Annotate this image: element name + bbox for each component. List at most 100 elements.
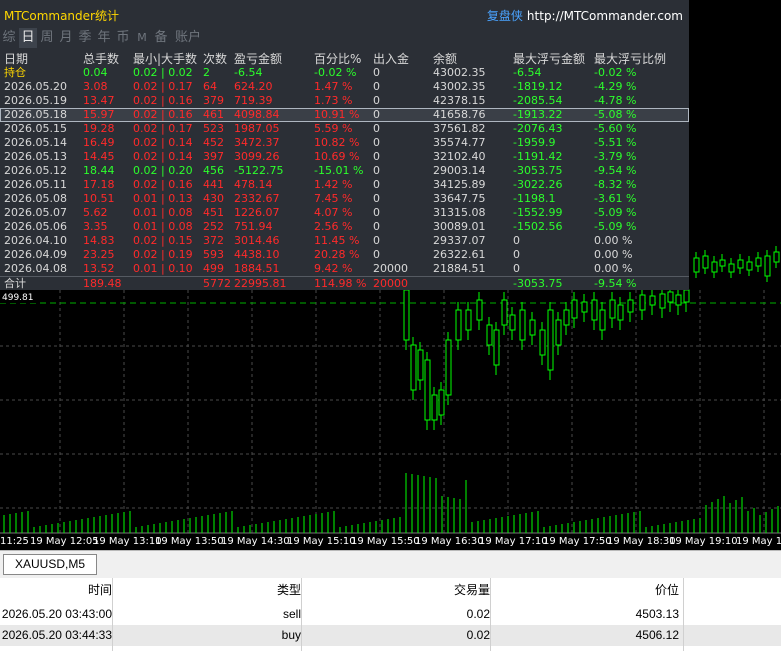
cell-maxfloat: -1198.1 — [513, 192, 556, 205]
tab-period-9[interactable]: 账户 — [171, 28, 205, 48]
tab-period-6[interactable]: 币 — [114, 28, 132, 48]
cell-pct: 1.47 % — [314, 80, 353, 93]
cell-pct: 10.91 % — [314, 108, 360, 121]
cell-balance: 43002.35 — [433, 80, 486, 93]
col-maxfloat: 最大浮亏金额 — [513, 52, 586, 66]
col-price[interactable]: 价位 — [491, 580, 679, 601]
cell-maxratio: -5.51 % — [594, 136, 637, 149]
time-tick: 19 May 19:10 — [669, 536, 738, 547]
tab-period-2[interactable]: 周 — [38, 28, 56, 48]
cell-lots: 23.25 — [83, 248, 115, 261]
col-pct: 百分比% — [314, 52, 362, 66]
tab-period-4[interactable]: 季 — [76, 28, 94, 48]
time-tick: 19 May 12:05 — [30, 536, 99, 547]
cell-maxfloat: -1959.9 — [513, 136, 556, 149]
cell-maxfloat: -6.54 — [513, 66, 542, 79]
table-row[interactable]: 持仓 0.04 0.02 | 0.02 2 -6.54 -0.02 % 0 43002.35 -… — [0, 66, 689, 80]
candle — [649, 295, 656, 306]
candle — [683, 289, 690, 303]
cell-count: 441 — [203, 178, 224, 191]
table-row[interactable]: 2026.05.14 16.49 0.02 | 0.14 452 3472.37 10.8… — [0, 136, 689, 150]
divider — [683, 578, 684, 651]
table-row[interactable]: 2026.04.09 23.25 0.02 | 0.19 593 4438.10 20.2… — [0, 248, 689, 262]
table-header: 日期 总手数 最小|大手数 次数 盈亏金额 百分比% 出入金 余额 最大浮亏金额… — [0, 52, 689, 66]
cell-date: 2026.05.18 — [4, 108, 67, 121]
candle — [675, 294, 682, 306]
table-row[interactable]: 2026.05.20 03:43:00 sell 0.02 4503.13 — [0, 604, 781, 625]
cell-count: 2 — [203, 66, 210, 79]
cell-maxratio: 0.00 % — [594, 248, 633, 261]
cell-minmax: 0.02 | 0.17 — [133, 80, 193, 93]
time-tick: 19 May 13:10 — [93, 536, 162, 547]
cell-balance: 21884.51 — [433, 262, 486, 275]
candle — [424, 359, 431, 421]
table-row[interactable]: 2026.05.13 14.45 0.02 | 0.14 397 3099.26 10.6… — [0, 150, 689, 164]
cell-maxfloat: -1191.42 — [513, 150, 563, 163]
cell-pnl: -5122.75 — [234, 164, 284, 177]
candle — [599, 309, 606, 331]
table-row[interactable]: 2026.05.19 13.47 0.02 | 0.16 379 719.39 1.73 … — [0, 94, 689, 108]
table-row[interactable]: 2026.05.08 10.51 0.01 | 0.13 430 2332.67 7.45… — [0, 192, 689, 206]
tab-period-1[interactable]: 日 — [19, 28, 37, 48]
candle — [501, 299, 508, 326]
trade-time: 2026.05.20 03:44:33 — [1, 628, 112, 642]
table-row[interactable]: 2026.05.20 3.08 0.02 | 0.17 64 624.20 1.47 % 0… — [0, 80, 689, 94]
cell-maxratio: 0.00 % — [594, 262, 633, 275]
table-row[interactable]: 2026.05.18 15.97 0.02 | 0.16 461 4098.84 10.9… — [0, 108, 689, 122]
total-label: 合计 — [4, 277, 26, 290]
table-row[interactable]: 2026.05.12 18.44 0.02 | 0.20 456 -5122.75 -15… — [0, 164, 689, 178]
cell-minmax: 0.02 | 0.02 — [133, 66, 193, 79]
brand-name[interactable]: 复盘侠 — [487, 9, 523, 23]
table-row[interactable]: 2026.05.06 3.35 0.01 | 0.08 252 751.94 2.56 %… — [0, 220, 689, 234]
tab-xauusd-m5[interactable]: XAUUSD,M5 — [3, 554, 97, 575]
cell-pnl: 1987.05 — [234, 122, 280, 135]
time-tick: 19 May 17:10 — [479, 536, 548, 547]
candle — [476, 299, 483, 321]
col-volume[interactable]: 交易量 — [302, 580, 490, 601]
brand-url[interactable]: http://MTCommander.com — [527, 9, 683, 23]
cell-count: 379 — [203, 94, 224, 107]
cell-balance: 33647.75 — [433, 192, 486, 205]
cell-count: 461 — [203, 108, 224, 121]
cell-count: 499 — [203, 262, 224, 275]
tab-period-7[interactable]: M — [133, 28, 151, 48]
candle — [591, 299, 598, 321]
cell-pnl: 4438.10 — [234, 248, 280, 261]
tab-period-3[interactable]: 月 — [57, 28, 75, 48]
col-type[interactable]: 类型 — [113, 580, 301, 601]
table-row[interactable]: 2026.05.20 03:44:33 buy 0.02 4506.12 — [0, 625, 781, 646]
cell-pct: 2.56 % — [314, 220, 353, 233]
col-balance: 余额 — [433, 52, 458, 66]
trade-volume: 0.02 — [466, 628, 490, 642]
cell-pct: 9.42 % — [314, 262, 353, 275]
table-row[interactable]: 2026.05.07 5.62 0.01 | 0.08 451 1226.07 4.07 … — [0, 206, 689, 220]
candle — [667, 291, 674, 303]
cell-date: 2026.05.19 — [4, 94, 67, 107]
tab-period-5[interactable]: 年 — [95, 28, 113, 48]
cell-count: 452 — [203, 136, 224, 149]
time-tick: 19 May 18:30 — [607, 536, 676, 547]
cell-flow: 0 — [373, 122, 380, 135]
table-row[interactable]: 2026.04.10 14.83 0.02 | 0.15 372 3014.46 11.4… — [0, 234, 689, 248]
cell-flow: 0 — [373, 164, 380, 177]
time-tick: 19 May 13:50 — [155, 536, 224, 547]
cell-maxratio: -4.29 % — [594, 80, 637, 93]
table-row[interactable]: 2026.05.15 19.28 0.02 | 0.17 523 1987.05 5.59… — [0, 122, 689, 136]
tab-period-8[interactable]: 备 — [152, 28, 170, 48]
cell-minmax: 0.02 | 0.16 — [133, 94, 193, 107]
table-row[interactable]: 2026.04.08 13.52 0.01 | 0.10 499 1884.51 9.42… — [0, 262, 689, 276]
total-maxratio: -9.54 % — [594, 277, 637, 290]
cell-date: 2026.05.13 — [4, 150, 67, 163]
col-minmax: 最小|大手数 — [133, 52, 198, 66]
time-tick: 19 May 17:50 — [543, 536, 612, 547]
cell-minmax: 0.02 | 0.14 — [133, 150, 193, 163]
total-count: 5772 — [203, 277, 231, 290]
table-row[interactable]: 2026.05.11 17.18 0.02 | 0.16 441 478.14 1.42 … — [0, 178, 689, 192]
col-time[interactable]: 时间 — [0, 580, 112, 601]
total-pct: 114.98 % — [314, 277, 367, 290]
cell-lots: 14.45 — [83, 150, 115, 163]
cell-flow: 0 — [373, 66, 380, 79]
trades-table: 时间 类型 交易量 价位 2026.05.20 03:43:00 sell 0.… — [0, 578, 781, 651]
candle — [431, 394, 438, 421]
tab-period-0[interactable]: 综 — [0, 28, 18, 48]
